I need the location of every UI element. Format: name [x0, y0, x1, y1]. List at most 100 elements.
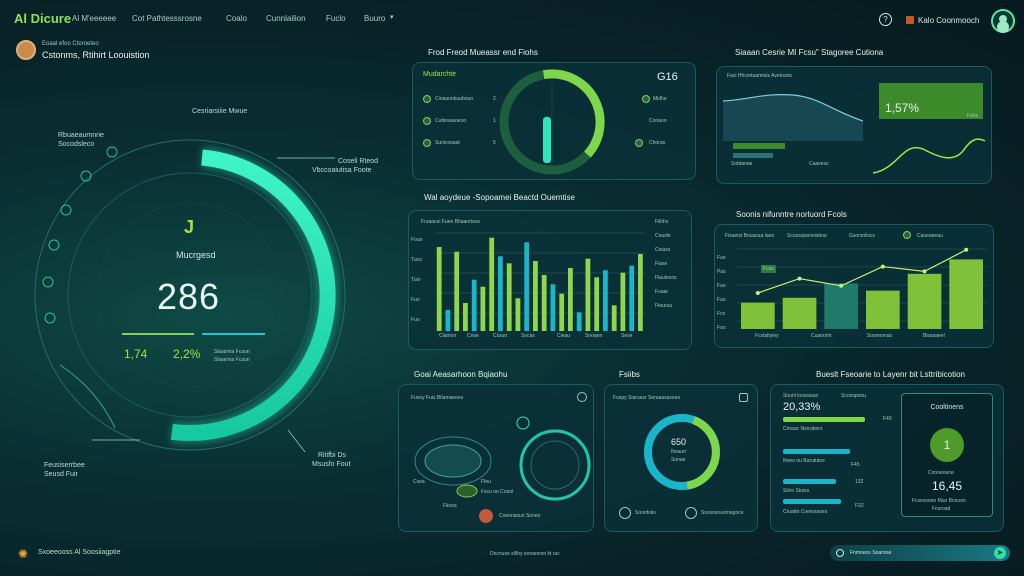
chevron-down-icon[interactable]: ▾ — [390, 13, 394, 21]
bar — [436, 247, 442, 331]
sales-axis-1: Fuo — [717, 255, 726, 261]
sales-legend-2[interactable]: Scunsqoeneisteur — [787, 233, 827, 239]
food-right-label-1: Midhe — [653, 96, 667, 102]
app-logo[interactable]: Al Dicure — [14, 11, 71, 26]
bars-x-4: Socas — [521, 333, 535, 339]
gauge-label-top: Cesriarsiiie Mwue — [192, 108, 248, 115]
sales-line-point — [922, 269, 927, 274]
bars-axis-5: Fuo — [411, 317, 420, 323]
sales-legend-4[interactable]: Caueaeeau — [917, 233, 943, 239]
trend-legend-1: Sobtanae — [731, 161, 753, 167]
sales-line-point — [880, 264, 885, 269]
bars-legend-3[interactable]: Coiuss — [655, 247, 670, 253]
sun-icon: ✺ — [18, 547, 29, 561]
profile-avatar[interactable] — [991, 9, 1015, 33]
search-icon — [836, 549, 844, 557]
nav-item-4[interactable]: Cunnlailion — [266, 14, 306, 23]
search-bar[interactable]: Fnmoeos Soarooa ➤ — [830, 545, 1010, 561]
panel-gamification: Sounl loossiauo Sconspoou 20,33% Crnaac … — [770, 384, 1004, 532]
bar — [550, 284, 556, 331]
bars-legend-1[interactable]: Fiihhs — [655, 219, 668, 225]
food-right-label-3: Chorao — [649, 140, 666, 146]
section-title-donut: Fsiibs — [619, 370, 640, 379]
bars-legend-7[interactable]: Ftoursa — [655, 303, 672, 309]
bars-legend-6[interactable]: Fuaar — [655, 289, 668, 295]
donut-value: 650 — [671, 437, 687, 447]
sales-x-2: Cuaoorrir — [811, 333, 832, 339]
bars-legend-5[interactable]: Flaulooos — [655, 275, 677, 281]
send-icon[interactable]: ➤ — [994, 547, 1006, 559]
bar — [454, 251, 460, 331]
nav-item-3[interactable]: Coalo — [226, 14, 247, 23]
bars-legend-2[interactable]: Cousfe — [655, 233, 671, 239]
section-title-trend: Siaaan Cesrie MI Fcsu" Stagoree Cutiona — [735, 48, 884, 57]
bar — [524, 242, 530, 331]
trend-bar-2 — [733, 153, 773, 158]
food-big-value: G16 — [657, 71, 678, 83]
panel-food-header: Mudarchte — [423, 71, 457, 78]
sales-bar — [949, 259, 983, 329]
bars-x-2: Cnoe — [467, 333, 479, 339]
gam-mini-value: 16,45 — [931, 479, 963, 493]
bar — [506, 263, 512, 331]
trend-bar-1 — [733, 143, 785, 149]
gauge-label-bottom-left-2: Seusd Fuir — [44, 471, 78, 478]
gam-value: 20,33% — [783, 401, 821, 413]
help-icon[interactable]: ? — [879, 13, 892, 26]
gam-top-label-2: Sconspoou — [841, 393, 867, 399]
gauge-center-icon: J — [184, 217, 195, 237]
trend-sub-label: Fahs — [967, 113, 979, 119]
stat-value-1: 1,74 — [124, 347, 148, 361]
stat-value-2: 2,2% — [173, 347, 201, 361]
gam-mini-title: Cooltinens — [930, 404, 964, 411]
settings-icon[interactable] — [577, 392, 587, 402]
nav-item-6[interactable]: Buuro — [364, 14, 385, 23]
panel-food: Mudarchte Cinaaonbuabouo 2 Cuttesaaoeoo … — [412, 62, 696, 180]
bars-top-label: Fruaacei Fuee Bhaanrtess — [421, 219, 480, 225]
row-label-1: Cinaaonbuabouo — [435, 96, 474, 102]
gam-bar-value-2: F45 — [851, 462, 860, 468]
bars-x-3: Cssuo — [493, 333, 508, 339]
flag-icon — [906, 16, 914, 24]
avatar[interactable] — [16, 40, 36, 60]
bar — [515, 298, 521, 331]
bar — [585, 258, 591, 331]
gam-bar-label-2: Noeo ou Burututos — [783, 458, 825, 464]
bar — [471, 279, 477, 331]
sales-axis-6: Foo — [717, 325, 726, 331]
trend-legend-2: Caavess — [809, 161, 829, 167]
nav-item-2[interactable]: Cot Pathtesssrosne — [132, 14, 202, 23]
bar — [638, 254, 643, 331]
user-title: Cstonms, Rtihirt Loouistion — [42, 50, 150, 60]
row-icon-2 — [423, 117, 431, 125]
gauge-label-right-2: Vbccoaiutisa Foote — [312, 167, 372, 174]
gauge-accent-arc — [59, 364, 116, 429]
footer-left-text: Sxoeeooss Al Soosiiagptie — [38, 549, 121, 556]
panel-sales: Fisaeist Bouasaa laeo Scunsqoeneisteur G… — [714, 224, 994, 348]
expand-icon[interactable] — [739, 393, 748, 402]
gam-mini-caption-1: Conoeoune — [928, 470, 954, 476]
sales-legend-icon — [903, 231, 911, 239]
nav-item-5[interactable]: Fuclo — [326, 14, 346, 23]
search-input[interactable]: Fnmoeos Soarooa — [850, 550, 891, 556]
avatar[interactable] — [479, 509, 493, 523]
gam-bar-value-3: 132 — [855, 479, 864, 485]
gam-mini-card[interactable]: Cooltinens 1 Conoeoune 16,45 Fcsessone M… — [901, 393, 993, 517]
section-title-scan: Goai Aeasarhoon Bqiaohu — [414, 370, 508, 379]
donut-header: Fuspy Siaruasr Seraaasasees — [613, 395, 680, 401]
sales-legend-3[interactable]: Gsorsnliscs — [849, 233, 875, 239]
bars-x-6: Snoaen — [585, 333, 603, 339]
sales-legend-1[interactable]: Fisaeist Bouasaa laeo — [725, 233, 774, 239]
scan-label-4: Fscu oo Cunol — [481, 489, 514, 495]
sales-bar — [782, 297, 817, 329]
bar — [594, 277, 600, 331]
nav-item-1[interactable]: Al M'eeeeee — [72, 14, 116, 23]
bar — [498, 256, 503, 331]
bars-x-5: Cieau — [557, 333, 571, 339]
section-title-food: Frod Freod Mueassr end Fiohs — [428, 48, 538, 57]
panel-trend: Fasi Hhvortaamtalz Avetouris 1,57% Fahs … — [716, 66, 992, 184]
gam-mini-caption-3: Fcuroad — [932, 506, 951, 512]
bars-legend-4[interactable]: Fiase — [655, 261, 667, 267]
scan-label-5: Coeonasuo Soneo — [499, 513, 541, 519]
user-name[interactable]: Kalo Coonmooch — [918, 16, 979, 25]
